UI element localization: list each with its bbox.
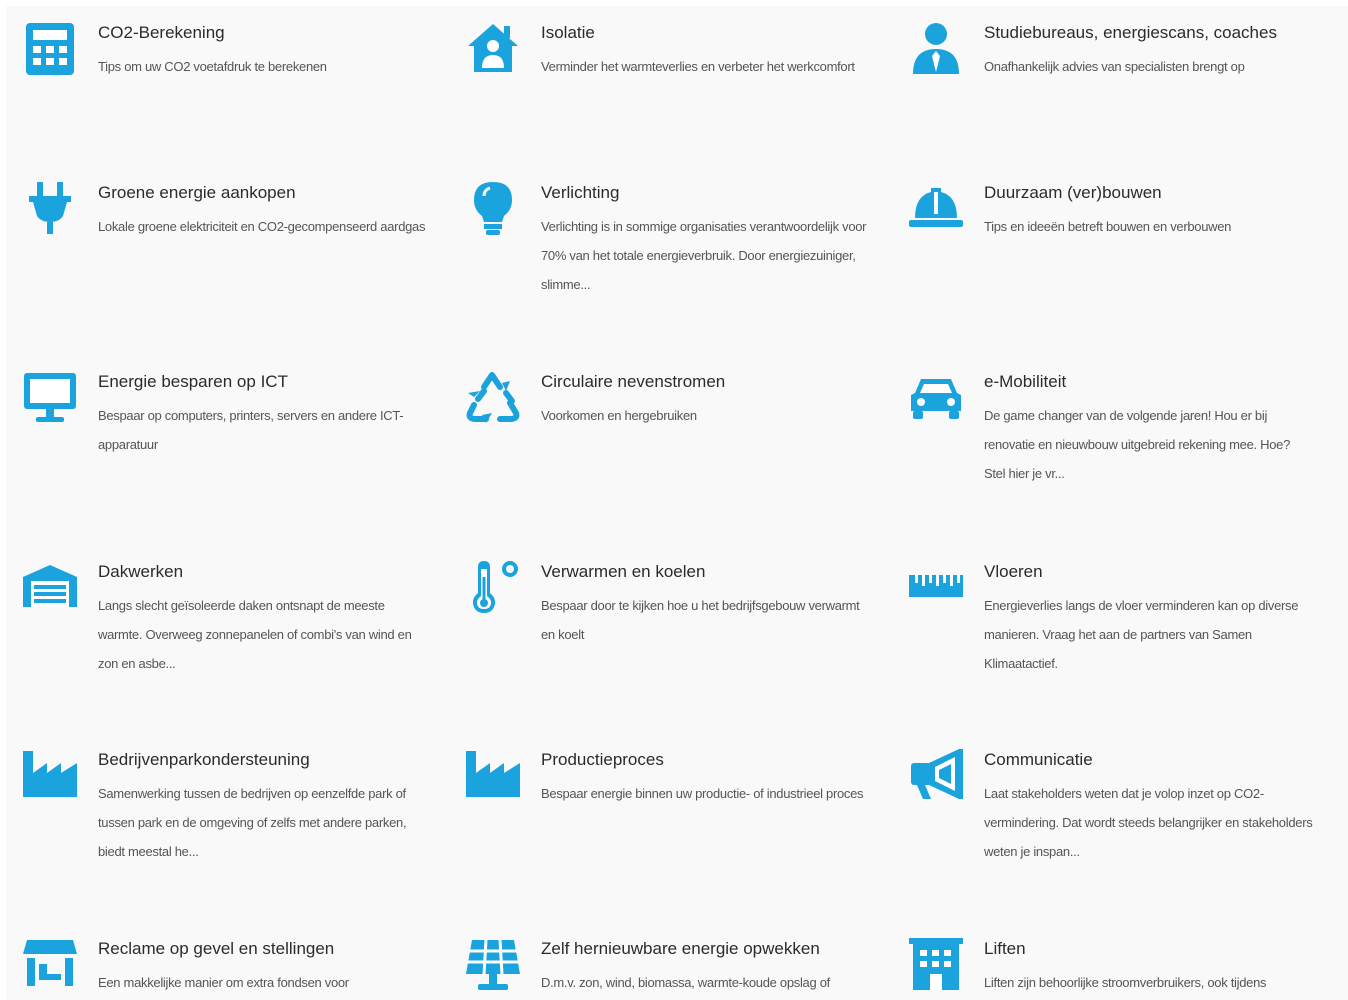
tile-title[interactable]: Duurzaam (ver)bouwen [984, 182, 1162, 204]
tile-title[interactable]: e-Mobiliteit [984, 371, 1066, 393]
tile-title[interactable]: Liften [984, 938, 1026, 960]
tile-description: Energieverlies langs de vloer vermindere… [984, 598, 1299, 671]
tile-title[interactable]: Productieproces [541, 749, 664, 771]
tile-title[interactable]: Studiebureaus, energiescans, coaches [984, 22, 1277, 44]
tile-description: Bespaar op computers, printers, servers … [98, 408, 404, 452]
recycle-icon [465, 371, 521, 427]
tile-description: Bespaar energie binnen uw productie- of … [541, 786, 864, 801]
plug-icon [22, 182, 78, 238]
tile-description: Lokale groene elektriciteit en CO2-gecom… [98, 219, 426, 234]
tile-description: Verminder het warmteverlies en verbeter … [541, 59, 855, 74]
megaphone-icon [908, 749, 964, 805]
tile-description: Langs slecht geïsoleerde daken ontsnapt … [98, 598, 412, 671]
tile-description: De game changer van de volgende jaren! H… [984, 408, 1290, 481]
tile-title[interactable]: Groene energie aankopen [98, 182, 296, 204]
house-icon [465, 22, 521, 78]
tile-title[interactable]: Bedrijvenparkondersteuning [98, 749, 310, 771]
tile-title[interactable]: Communicatie [984, 749, 1093, 771]
thermometer-icon [465, 561, 521, 617]
tile-title[interactable]: Verwarmen en koelen [541, 561, 705, 583]
storefront-icon [22, 938, 78, 994]
ruler-icon [908, 561, 964, 617]
tile-description: Laat stakeholders weten dat je volop inz… [984, 786, 1313, 859]
tile-title[interactable]: Vloeren [984, 561, 1043, 583]
tile-description: Een makkelijke manier om extra fondsen v… [98, 975, 349, 990]
tile-description: Samenwerking tussen de bedrijven op eenz… [98, 786, 407, 859]
tile-description: Bespaar door te kijken hoe u het bedrijf… [541, 598, 860, 642]
car-icon [908, 371, 964, 427]
tile-title[interactable]: Dakwerken [98, 561, 183, 583]
tile-title[interactable]: Reclame op gevel en stellingen [98, 938, 334, 960]
solar-panel-icon [465, 938, 521, 994]
tile-description: D.m.v. zon, wind, biomassa, warmte-koude… [541, 975, 830, 990]
person-icon [908, 22, 964, 78]
tile-description: Verlichting is in sommige organisaties v… [541, 219, 867, 292]
monitor-icon [22, 371, 78, 427]
warehouse-icon [22, 561, 78, 617]
tile-description: Voorkomen en hergebruiken [541, 408, 697, 423]
factory-icon [22, 749, 78, 805]
tile-description: Liften zijn behoorlijke stroomverbruiker… [984, 975, 1267, 990]
lightbulb-icon [465, 182, 521, 238]
hardhat-icon [908, 182, 964, 238]
tile-description: Tips en ideeën betreft bouwen en verbouw… [984, 219, 1232, 234]
tile-title[interactable]: Circulaire nevenstromen [541, 371, 725, 393]
tile-title[interactable]: Isolatie [541, 22, 595, 44]
factory-icon [465, 749, 521, 805]
tile-title[interactable]: Energie besparen op ICT [98, 371, 288, 393]
tile-description: Onafhankelijk advies van specialisten br… [984, 59, 1245, 74]
tile-description: Tips om uw CO2 voetafdruk te berekenen [98, 59, 327, 74]
tile-title[interactable]: Zelf hernieuwbare energie opwekken [541, 938, 820, 960]
calculator-icon [22, 22, 78, 78]
tile-title[interactable]: CO2-Berekening [98, 22, 225, 44]
tile-title[interactable]: Verlichting [541, 182, 619, 204]
building-icon [908, 938, 964, 994]
